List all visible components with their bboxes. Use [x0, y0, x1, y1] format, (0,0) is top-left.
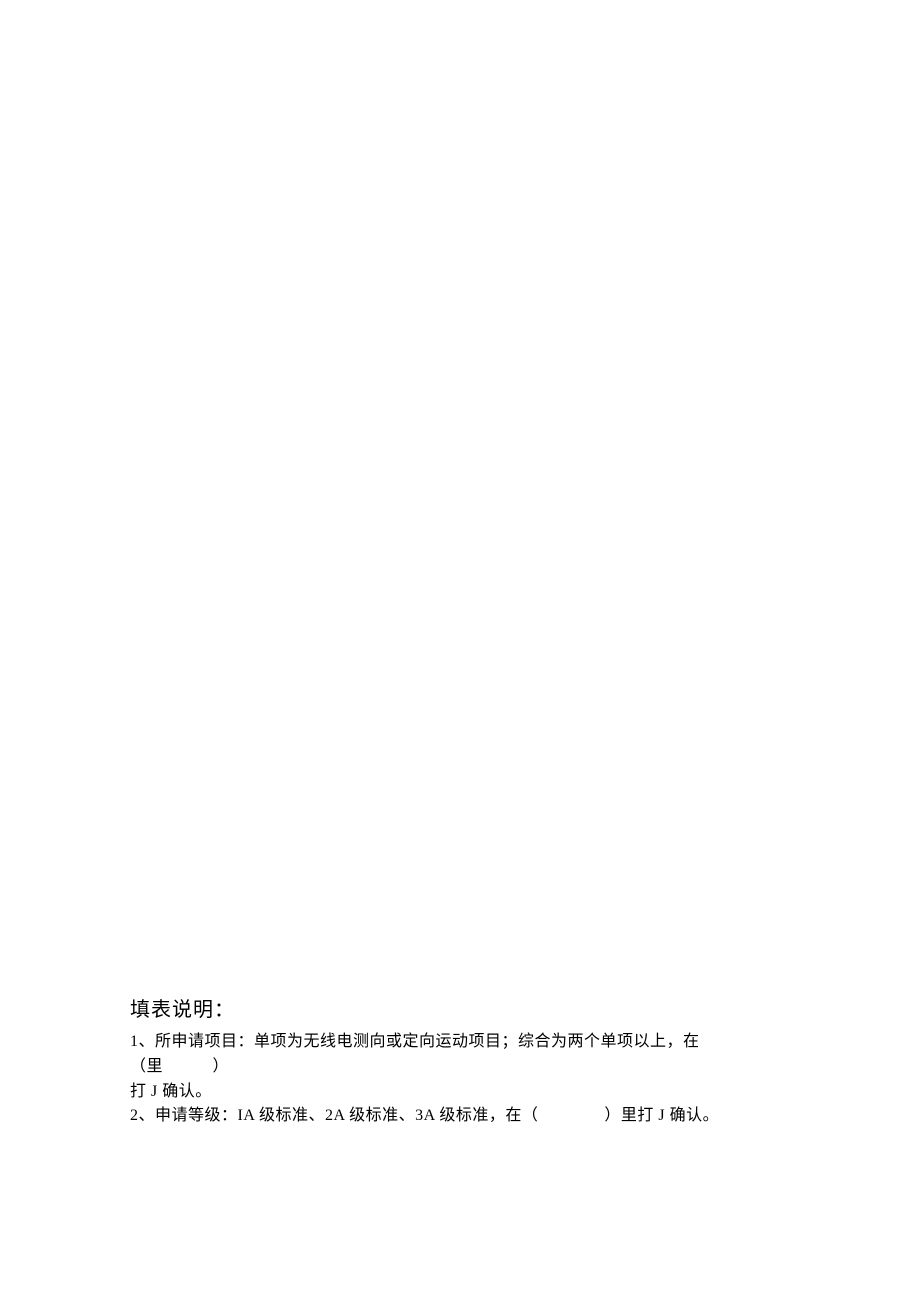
instructions-title: 填表说明：	[130, 994, 790, 1026]
instruction-item-1-line-2: 打 J 确认。	[130, 1080, 790, 1105]
document-page: 填表说明： 1、所申请项目：单项为无线电测向或定向运动项目；综合为两个单项以上，…	[0, 0, 920, 1301]
instructions-block: 填表说明： 1、所申请项目：单项为无线电测向或定向运动项目；综合为两个单项以上，…	[130, 994, 790, 1129]
instruction-item-1-line-1: 1、所申请项目：单项为无线电测向或定向运动项目；综合为两个单项以上，在（里 ）	[130, 1030, 790, 1080]
instruction-item-2: 2、申请等级：IA 级标准、2A 级标准、3A 级标准，在（ ）里打 J 确认。	[130, 1104, 790, 1129]
